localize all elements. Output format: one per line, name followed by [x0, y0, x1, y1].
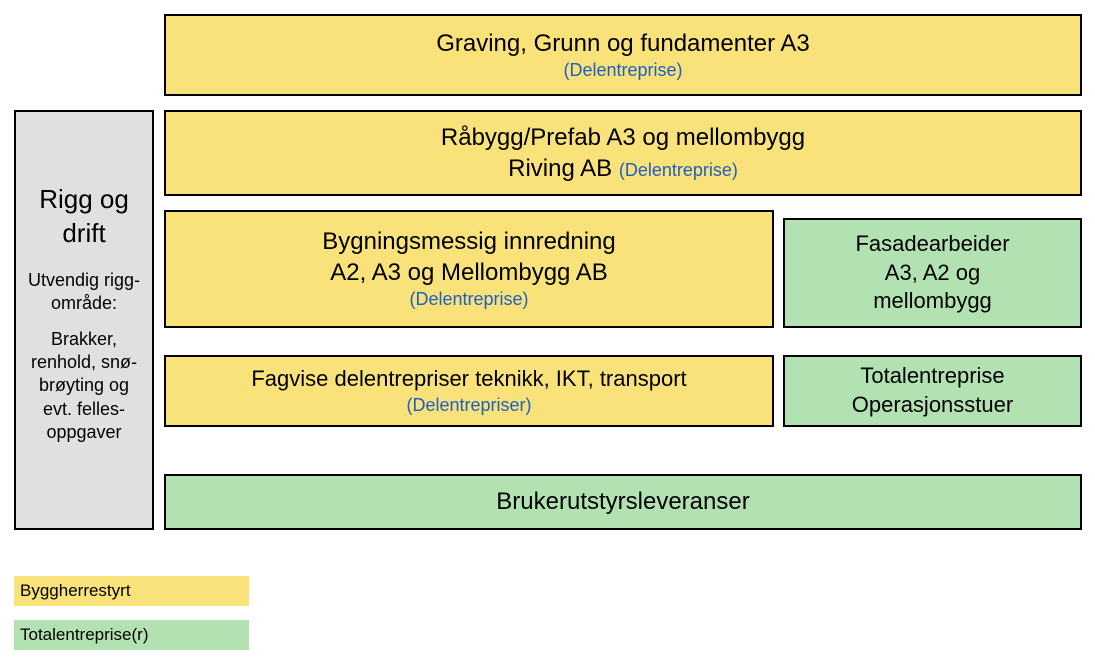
- box-byg-line2: A2, A3 og Mellombygg AB: [330, 257, 608, 288]
- box-fagvise-sub: (Delentrepriser): [406, 394, 531, 417]
- box-rabygg-line2a: Riving AB: [508, 155, 612, 182]
- diagram-container: Rigg og drift Utvendig rigg-område: Brak…: [10, 10, 1085, 650]
- box-byg-sub: (Delentreprise): [409, 288, 528, 311]
- sidebar-detail: Brakker, renhold, snø-brøyting og evt. f…: [22, 328, 146, 445]
- box-rabygg-line1: Råbygg/Prefab A3 og mellombygg: [441, 122, 805, 153]
- box-rabygg-line2b: (Delentreprise): [619, 160, 738, 180]
- sidebar-subtext: Utvendig rigg-område:: [22, 269, 146, 316]
- sidebar-title-line2: drift: [62, 218, 105, 248]
- box-rabygg-prefab: Råbygg/Prefab A3 og mellombygg Riving AB…: [164, 110, 1082, 196]
- sidebar-rigg-drift: Rigg og drift Utvendig rigg-område: Brak…: [14, 110, 154, 530]
- box-total-line1: Totalentreprise: [860, 362, 1004, 391]
- box-fagvise-title: Fagvise delentrepriser teknikk, IKT, tra…: [251, 365, 686, 394]
- box-total-line2: Operasjonsstuer: [852, 391, 1013, 420]
- legend-item1-label: Byggherrestyrt: [20, 581, 131, 601]
- box-bygningsmessig: Bygningsmessig innredning A2, A3 og Mell…: [164, 210, 774, 328]
- box-bruker-title: Brukerutstyrsleveranser: [496, 486, 749, 517]
- box-rabygg-line2: Riving AB (Delentreprise): [508, 153, 738, 184]
- legend: Byggherrestyrt Totalentreprise(r): [14, 576, 249, 664]
- box-totalentreprise-op: Totalentreprise Operasjonsstuer: [783, 355, 1082, 427]
- legend-byggherrestyrt: Byggherrestyrt: [14, 576, 249, 606]
- box-graving-title: Graving, Grunn og fundamenter A3: [436, 28, 810, 59]
- box-graving-grunn: Graving, Grunn og fundamenter A3 (Delent…: [164, 14, 1082, 96]
- box-fasade-line1: Fasadearbeider: [855, 230, 1009, 259]
- legend-item2-label: Totalentreprise(r): [20, 625, 149, 645]
- box-graving-sub: (Delentreprise): [563, 59, 682, 82]
- box-brukerutstyr: Brukerutstyrsleveranser: [164, 474, 1082, 530]
- box-byg-line1: Bygningsmessig innredning: [322, 226, 616, 257]
- sidebar-title-line1: Rigg og: [39, 184, 129, 214]
- box-fasade-line2: A3, A2 og: [885, 259, 980, 288]
- sidebar-title: Rigg og drift: [39, 183, 129, 251]
- box-fagvise: Fagvise delentrepriser teknikk, IKT, tra…: [164, 355, 774, 427]
- box-fasadearbeider: Fasadearbeider A3, A2 og mellombygg: [783, 218, 1082, 328]
- box-fasade-line3: mellombygg: [873, 287, 992, 316]
- legend-totalentreprise: Totalentreprise(r): [14, 620, 249, 650]
